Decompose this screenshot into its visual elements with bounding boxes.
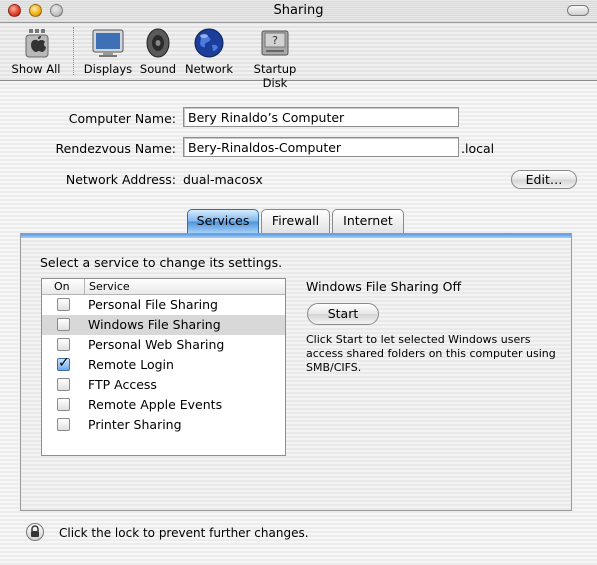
lock-text: Click the lock to prevent further change… — [59, 526, 309, 540]
title-bar[interactable]: Sharing — [0, 0, 597, 23]
service-checkbox[interactable] — [57, 318, 70, 331]
disk-icon: ? — [258, 27, 292, 59]
start-button[interactable]: Start — [307, 303, 379, 325]
service-name: Printer Sharing — [88, 417, 182, 432]
tab-firewall[interactable]: Firewall — [261, 209, 330, 233]
column-divider — [84, 279, 85, 294]
speaker-icon — [141, 27, 175, 59]
rendezvous-suffix: .local — [461, 141, 495, 156]
services-list: On Service Personal File Sharing Windows … — [41, 278, 286, 456]
toolbar-show-all[interactable]: Show All — [10, 27, 62, 76]
service-row[interactable]: Personal Web Sharing — [42, 335, 285, 355]
rendezvous-name-field[interactable]: Bery-Rinaldos-Computer — [183, 137, 459, 157]
window-title: Sharing — [273, 3, 324, 18]
service-row[interactable]: Windows File Sharing — [42, 315, 285, 335]
column-header-on[interactable]: On — [54, 280, 70, 293]
service-checkbox[interactable]: ✓ — [57, 355, 70, 371]
toolbar-label-displays: Displays — [83, 62, 133, 76]
service-row[interactable]: Remote Apple Events — [42, 395, 285, 415]
service-status: Windows File Sharing Off — [306, 279, 462, 294]
checkmark-icon: ✓ — [58, 355, 70, 371]
toolbar-label-sound: Sound — [139, 62, 177, 76]
display-icon — [91, 27, 125, 59]
lock-button[interactable] — [26, 523, 44, 541]
service-row[interactable]: ✓ Remote Login — [42, 355, 285, 375]
toolbar-startup-disk[interactable]: ? Startup Disk — [240, 27, 310, 90]
toolbar-sound[interactable]: Sound — [138, 27, 178, 76]
lock-icon — [31, 525, 39, 537]
services-instruction: Select a service to change its settings. — [40, 255, 283, 270]
service-checkbox[interactable] — [57, 298, 70, 311]
service-name: Personal Web Sharing — [88, 337, 225, 352]
computer-name-field[interactable]: Bery Rinaldo’s Computer — [183, 107, 459, 127]
globe-icon — [192, 27, 226, 59]
toolbar-network[interactable]: Network — [183, 27, 235, 76]
toolbar: Show All Displays Sound Network ? Startu… — [0, 23, 597, 90]
toolbar-label-startup-disk: Startup Disk — [253, 62, 297, 90]
toolbar-toggle-button[interactable] — [567, 5, 589, 16]
panel-top-border — [21, 234, 571, 238]
apple-prefs-icon — [19, 27, 53, 59]
service-checkbox[interactable] — [57, 398, 70, 411]
service-description: Click Start to let selected Windows user… — [306, 333, 556, 374]
service-name: Remote Apple Events — [88, 397, 223, 412]
service-row[interactable]: Personal File Sharing — [42, 295, 285, 315]
service-name: FTP Access — [88, 377, 157, 392]
service-name: Remote Login — [88, 357, 174, 372]
services-list-header: On Service — [42, 279, 285, 295]
column-header-service[interactable]: Service — [89, 280, 130, 293]
network-address-label: Network Address: — [65, 172, 176, 187]
sharing-window: Sharing Show All Displays Sound Network … — [0, 0, 597, 565]
rendezvous-name-label: Rendezvous Name: — [55, 141, 176, 156]
tab-internet[interactable]: Internet — [332, 209, 404, 233]
service-name: Personal File Sharing — [88, 297, 218, 312]
toolbar-separator — [73, 27, 74, 75]
service-checkbox[interactable] — [57, 378, 70, 391]
service-checkbox[interactable] — [57, 338, 70, 351]
network-address-value: dual-macosx — [183, 172, 263, 187]
toolbar-label-show-all: Show All — [11, 62, 61, 76]
service-row[interactable]: Printer Sharing — [42, 415, 285, 435]
toolbar-displays[interactable]: Displays — [82, 27, 134, 76]
service-checkbox[interactable] — [57, 418, 70, 431]
computer-name-label: Computer Name: — [68, 111, 176, 126]
toolbar-label-network: Network — [184, 62, 234, 76]
tab-services[interactable]: Services — [187, 209, 259, 233]
edit-button[interactable]: Edit… — [511, 170, 577, 189]
service-row[interactable]: FTP Access — [42, 375, 285, 395]
service-name: Windows File Sharing — [88, 317, 221, 332]
svg-text:?: ? — [272, 34, 278, 47]
